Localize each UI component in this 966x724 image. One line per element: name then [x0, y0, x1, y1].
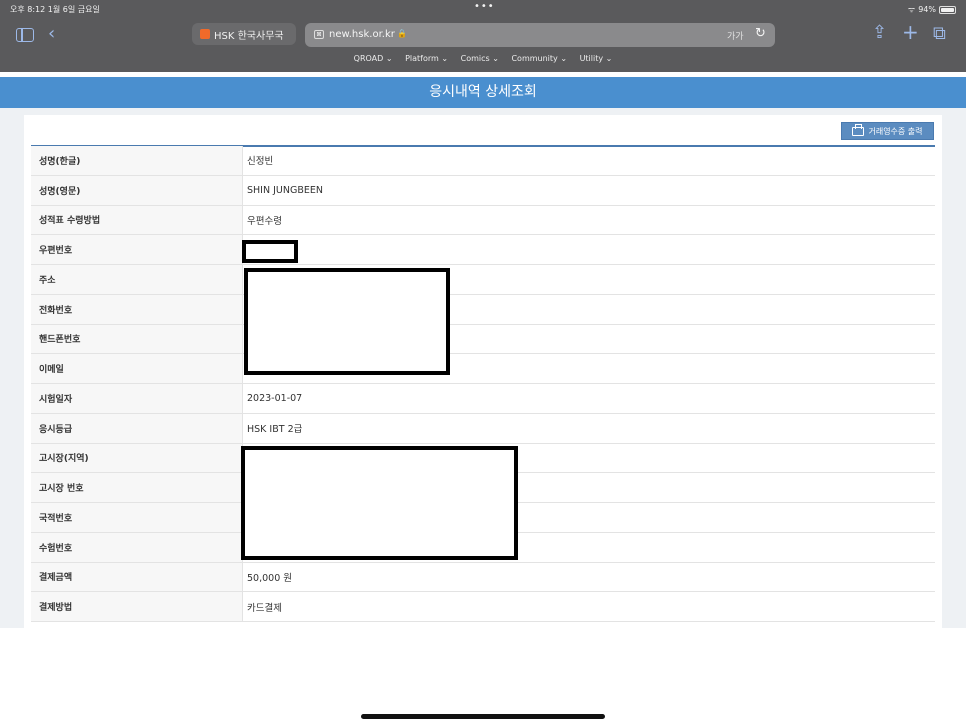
table-row: 주소 — [31, 265, 935, 295]
status-right: ᯤ 94% — [908, 4, 956, 15]
table-row: 이메일 — [31, 354, 935, 384]
status-bar: 오후 8:12 1월 6일 금요일 ••• ᯤ 94% — [0, 0, 966, 17]
row-label: 국적번호 — [31, 503, 243, 532]
row-value: 50,000 원 — [247, 572, 293, 584]
print-receipt-label: 거래영수증 출력 — [868, 126, 923, 136]
share-icon[interactable]: ⇪ — [872, 24, 887, 42]
row-label: 핸드폰번호 — [31, 324, 243, 354]
reload-icon[interactable]: ↻ — [755, 26, 766, 41]
battery-percent: 94% — [918, 5, 936, 14]
redaction-box — [241, 446, 518, 560]
row-label: 주소 — [31, 265, 243, 294]
menu-platform[interactable]: Platform ⌄ — [405, 54, 448, 63]
table-row: 시험일자 2023-01-07 — [31, 384, 935, 414]
tabs-icon[interactable]: ⧉ — [933, 25, 946, 43]
print-receipt-button[interactable]: 거래영수증 출력 — [841, 122, 934, 140]
tab-overview-icon[interactable]: ⊠ — [314, 30, 324, 39]
row-label: 고시장 번호 — [31, 473, 243, 502]
hsk-favicon-icon — [200, 29, 210, 39]
menu-comics[interactable]: Comics ⌄ — [461, 54, 499, 63]
wifi-icon: ᯤ — [907, 5, 916, 14]
table-row: 성적표 수령방법 우편수령 — [31, 205, 935, 236]
battery-icon — [939, 5, 956, 14]
redaction-box — [242, 240, 298, 263]
multitask-dots[interactable]: ••• — [474, 1, 495, 12]
table-row: 결제금액 50,000 원 — [31, 562, 935, 593]
row-value: 카드결제 — [247, 602, 282, 614]
address-bar[interactable]: ⊠ new.hsk.or.kr 🔒 가가 ↻ — [305, 23, 775, 47]
row-value — [243, 235, 935, 264]
status-time: 오후 8:12 1월 6일 금요일 — [10, 5, 100, 14]
redaction-box — [244, 268, 450, 375]
menu-utility[interactable]: Utility ⌄ — [580, 54, 613, 63]
row-value: 우편수령 — [247, 215, 282, 227]
text-size-button[interactable]: 가가 — [727, 29, 744, 42]
row-value: HSK IBT 2급 — [247, 424, 303, 436]
printer-icon — [852, 123, 865, 136]
page-title: 응시내역 상세조회 — [0, 77, 966, 108]
table-row: 응시등급 HSK IBT 2급 — [31, 413, 935, 444]
tab-title: HSK 한국사무국 — [214, 30, 284, 42]
row-value: SHIN JUNGBEEN — [247, 184, 323, 196]
table-row: 전화번호 — [31, 294, 935, 325]
row-label: 응시등급 — [31, 413, 243, 443]
new-tab-icon[interactable]: + — [902, 22, 919, 42]
site-menu: QROAD ⌄ Platform ⌄ Comics ⌄ Community ⌄ … — [0, 54, 966, 63]
table-row: 결제방법 카드결제 — [31, 592, 935, 622]
row-value: 2023-01-07 — [247, 392, 303, 404]
table-row: 성명(영문) SHIN JUNGBEEN — [31, 175, 935, 206]
row-value: 신정빈 — [247, 156, 274, 168]
row-label: 수험번호 — [31, 532, 243, 562]
home-indicator[interactable] — [361, 714, 605, 719]
row-label: 결제금액 — [31, 562, 243, 592]
table-row: 핸드폰번호 — [31, 324, 935, 355]
row-label: 성명(한글) — [31, 146, 243, 175]
row-label: 성명(영문) — [31, 175, 243, 205]
browser-chrome: 오후 8:12 1월 6일 금요일 ••• ᯤ 94% ‹ HSK 한국사무국 … — [0, 0, 966, 72]
row-label: 결제방법 — [31, 592, 243, 621]
row-label: 고시장(지역) — [31, 443, 243, 473]
sidebar-toggle-icon[interactable] — [16, 28, 34, 42]
menu-qroad[interactable]: QROAD ⌄ — [354, 54, 393, 63]
menu-community[interactable]: Community ⌄ — [511, 54, 567, 63]
row-label: 성적표 수령방법 — [31, 205, 243, 235]
row-label: 시험일자 — [31, 384, 243, 413]
tab-hsk[interactable]: HSK 한국사무국 — [192, 23, 296, 45]
lock-icon: 🔒 — [397, 29, 407, 38]
table-row: 우편번호 — [31, 235, 935, 265]
url-text: new.hsk.or.kr — [329, 29, 395, 40]
back-icon[interactable]: ‹ — [48, 25, 55, 43]
table-row: 성명(한글) 신정빈 — [31, 146, 935, 176]
row-label: 이메일 — [31, 354, 243, 383]
row-label: 우편번호 — [31, 235, 243, 264]
row-label: 전화번호 — [31, 294, 243, 324]
